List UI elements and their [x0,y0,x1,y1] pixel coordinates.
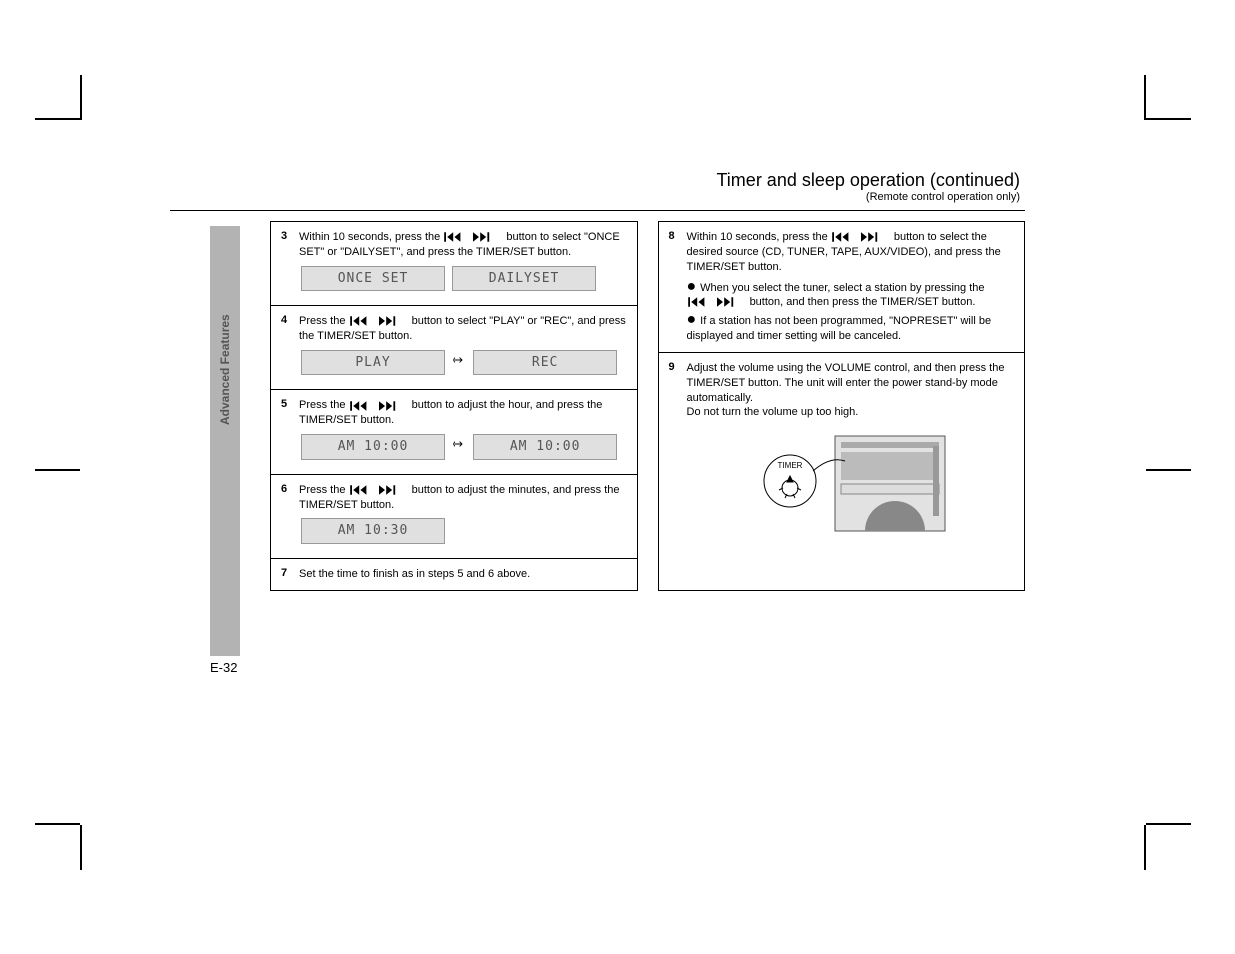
lcd-play: PLAY [301,350,445,376]
side-label: Advanced Features [218,314,232,425]
page-number: E-32 [210,660,237,675]
skip-icon [687,296,747,308]
step-9: 9 Adjust the volume using the VOLUME con… [659,353,1025,549]
lcd-once: ONCE SET [301,266,445,292]
step-8: 8 Within 10 seconds, press the button to… [659,222,1025,353]
lcd-rec: REC [473,350,617,376]
skip-icon [349,315,409,327]
timer-label: TIMER [778,461,803,470]
skip-icon [443,231,503,243]
stereo-illustration: TIMER [687,426,1015,541]
lcd-hour-b: AM 10:00 [473,434,617,460]
skip-icon [349,484,409,496]
step-6: 6 Press the button to adjust the minutes… [271,475,637,559]
step-3: 3 Within 10 seconds, press the button to… [271,222,637,306]
left-column: 3 Within 10 seconds, press the button to… [270,221,638,591]
lcd-daily: DAILYSET [452,266,596,292]
lcd-min: AM 10:30 [301,518,445,544]
skip-icon [349,400,409,412]
step-7: 7 Set the time to finish as in steps 5 a… [271,559,637,590]
step-5: 5 Press the button to adjust the hour, a… [271,390,637,474]
lcd-hour-a: AM 10:00 [301,434,445,460]
right-column: 8 Within 10 seconds, press the button to… [658,221,1026,591]
page-title: Timer and sleep operation (continued) [170,170,1025,191]
page-subtitle: (Remote control operation only) [170,191,1025,203]
side-tab [210,226,240,656]
skip-icon [831,231,891,243]
step-4: 4 Press the button to select "PLAY" or "… [271,306,637,390]
arrow-icon [450,354,468,366]
manual-page: Timer and sleep operation (continued) (R… [170,170,1025,591]
arrow-icon [450,438,468,450]
